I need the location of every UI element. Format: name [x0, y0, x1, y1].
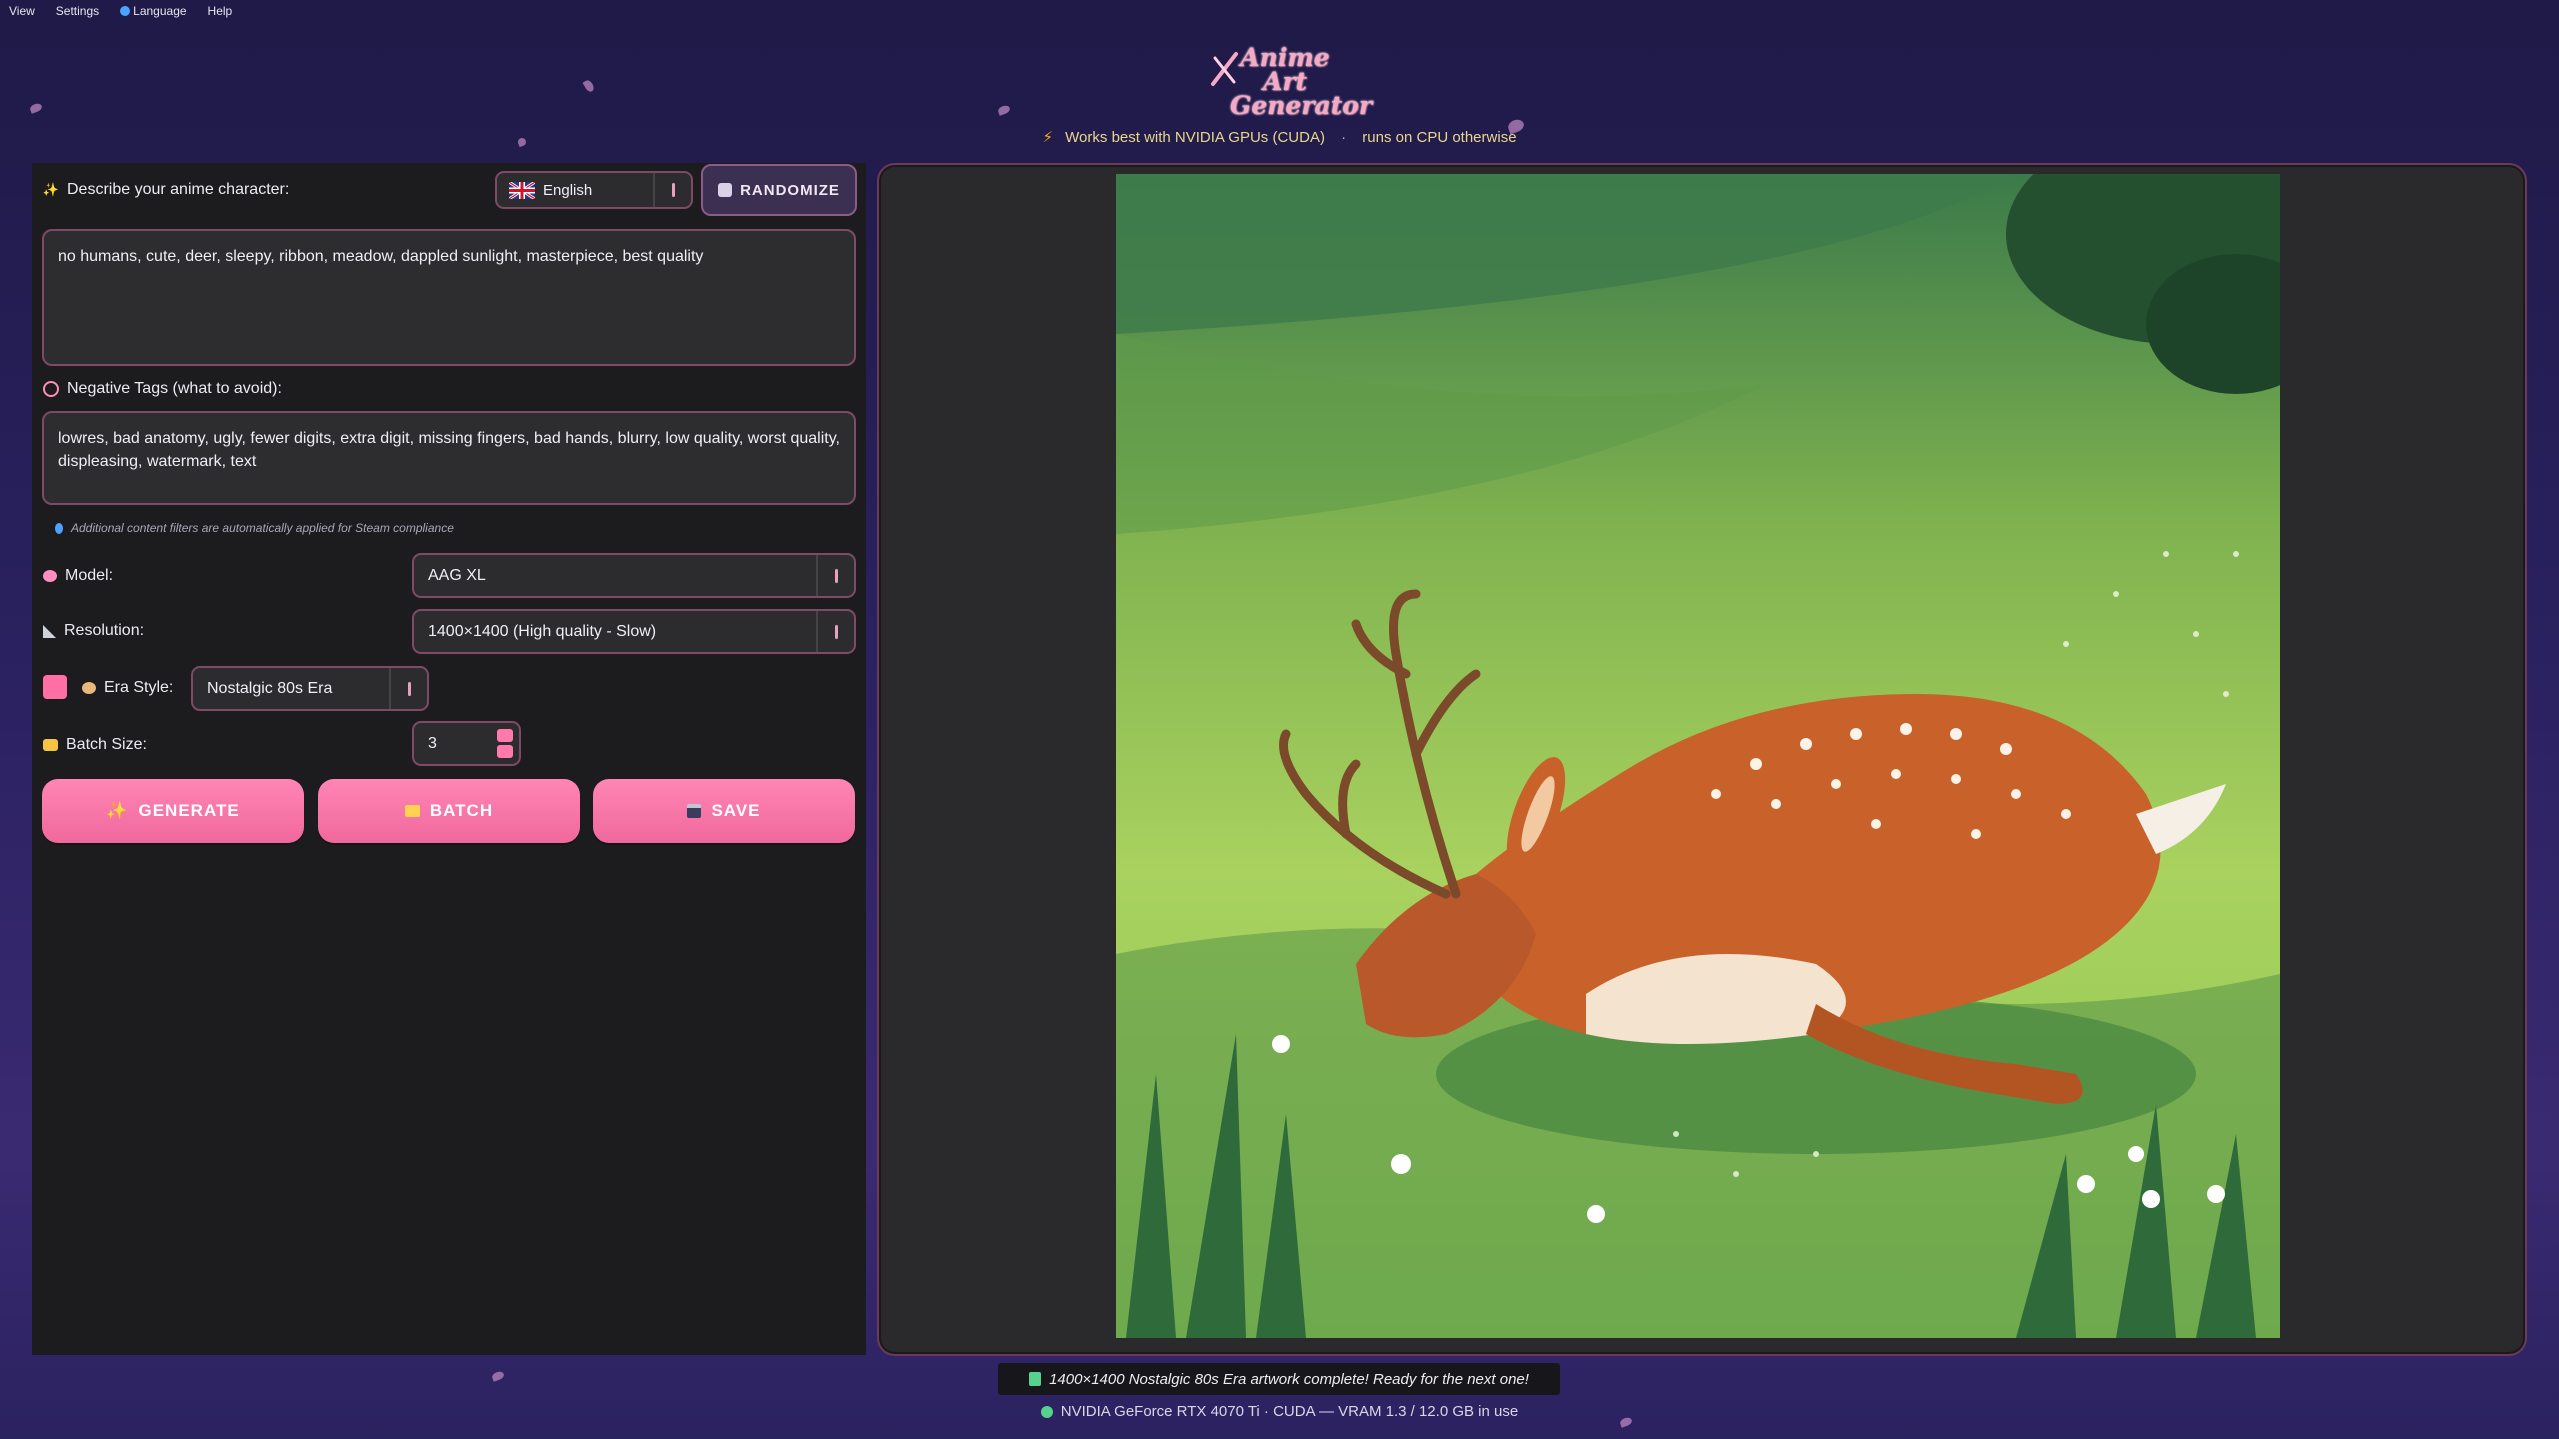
- menu-settings[interactable]: Settings: [56, 4, 99, 18]
- uk-flag-icon: [509, 181, 535, 199]
- globe-icon: [120, 6, 131, 16]
- generated-image[interactable]: [1116, 174, 2280, 1338]
- menu-bar: View Settings Language Help: [0, 0, 244, 22]
- resolution-label: Resolution:: [64, 622, 145, 639]
- gpu-banner: ⚡ Works best with NVIDIA GPUs (CUDA) · r…: [0, 128, 2559, 146]
- brain-icon: [43, 570, 57, 582]
- resolution-value: 1400×1400 (High quality - Slow): [428, 622, 657, 640]
- sleeping-deer-artwork: [1116, 174, 2280, 1338]
- negative-label: Negative Tags (what to avoid):: [67, 380, 282, 397]
- era-value: Nostalgic 80s Era: [207, 679, 333, 697]
- floppy-disk-icon: [687, 804, 702, 818]
- status-message-bar: 1400×1400 Nostalgic 80s Era artwork comp…: [998, 1363, 1560, 1395]
- save-button[interactable]: SAVE: [593, 779, 855, 843]
- batch-size-stepper[interactable]: 3: [412, 721, 521, 766]
- dice-icon: [718, 183, 733, 197]
- no-entry-icon: [43, 381, 59, 397]
- language-select[interactable]: English: [495, 171, 693, 209]
- gpu-hint: Works best with NVIDIA GPUs (CUDA): [1065, 129, 1325, 146]
- model-value: AAG XL: [428, 566, 486, 584]
- petal-decoration: [582, 78, 596, 94]
- era-label: Era Style:: [104, 679, 174, 696]
- negative-textarea[interactable]: lowres, bad anatomy, ugly, fewer digits,…: [42, 411, 856, 505]
- prompt-label-row: ✨ Describe your anime character:: [43, 181, 289, 199]
- palette-icon: [82, 682, 96, 694]
- info-drop-icon: [55, 522, 63, 534]
- note-icon: [1029, 1372, 1042, 1386]
- increment-button[interactable]: [497, 729, 513, 742]
- petal-decoration: [28, 102, 44, 114]
- sparkle-icon: ✨: [42, 182, 60, 197]
- banner-separator: ·: [1341, 129, 1347, 146]
- logo-line1: Anime Art: [1240, 43, 1330, 96]
- chevron-down-icon: [816, 555, 854, 596]
- gpu-status-line: NVIDIA GeForce RTX 4070 Ti · CUDA — VRAM…: [0, 1403, 2559, 1420]
- compliance-note: Additional content filters are automatic…: [55, 521, 454, 535]
- chevron-down-icon: [816, 611, 854, 652]
- chevron-down-icon: [653, 173, 691, 207]
- model-select[interactable]: AAG XL: [412, 553, 856, 598]
- lightning-icon: ⚡: [1042, 129, 1053, 146]
- folder-icon: [404, 805, 420, 817]
- petal-decoration: [490, 1370, 506, 1382]
- menu-language[interactable]: Language: [120, 4, 187, 18]
- model-label: Model:: [65, 567, 114, 584]
- prompt-textarea[interactable]: no humans, cute, deer, sleepy, ribbon, m…: [42, 229, 856, 366]
- status-message: 1400×1400 Nostalgic 80s Era artwork comp…: [1049, 1370, 1529, 1388]
- resolution-select[interactable]: 1400×1400 (High quality - Slow): [412, 609, 856, 654]
- language-value: English: [543, 181, 593, 199]
- resolution-label-row: Resolution:: [43, 622, 144, 640]
- gpu-status: NVIDIA GeForce RTX 4070 Ti · CUDA — VRAM…: [1060, 1403, 1519, 1420]
- negative-label-row: Negative Tags (what to avoid):: [43, 380, 282, 398]
- era-color-swatch[interactable]: [43, 675, 67, 699]
- menu-help[interactable]: Help: [208, 4, 233, 18]
- menu-view[interactable]: View: [9, 4, 35, 18]
- batch-label-row: Batch Size:: [43, 736, 147, 754]
- petal-decoration: [996, 104, 1012, 116]
- sparkle-icon: ✨: [106, 801, 129, 820]
- batch-label: Batch Size:: [66, 736, 147, 753]
- folder-icon: [43, 739, 58, 751]
- batch-button[interactable]: BATCH: [318, 779, 580, 843]
- app-logo: Anime Art Generator: [1210, 42, 1372, 118]
- chevron-down-icon: [389, 668, 427, 709]
- era-label-row: Era Style:: [82, 679, 173, 697]
- generate-button[interactable]: ✨ GENERATE: [42, 779, 304, 843]
- status-dot-icon: [1040, 1405, 1053, 1418]
- decrement-button[interactable]: [497, 745, 513, 758]
- ruler-icon: [43, 624, 56, 638]
- logo-line2: Generator: [1230, 91, 1373, 120]
- cpu-hint: runs on CPU otherwise: [1362, 129, 1517, 146]
- era-style-select[interactable]: Nostalgic 80s Era: [191, 666, 429, 711]
- prompt-label: Describe your anime character:: [67, 181, 290, 198]
- batch-size-value: 3: [428, 734, 437, 752]
- randomize-button[interactable]: RANDOMIZE: [701, 164, 857, 216]
- model-label-row: Model:: [43, 567, 113, 585]
